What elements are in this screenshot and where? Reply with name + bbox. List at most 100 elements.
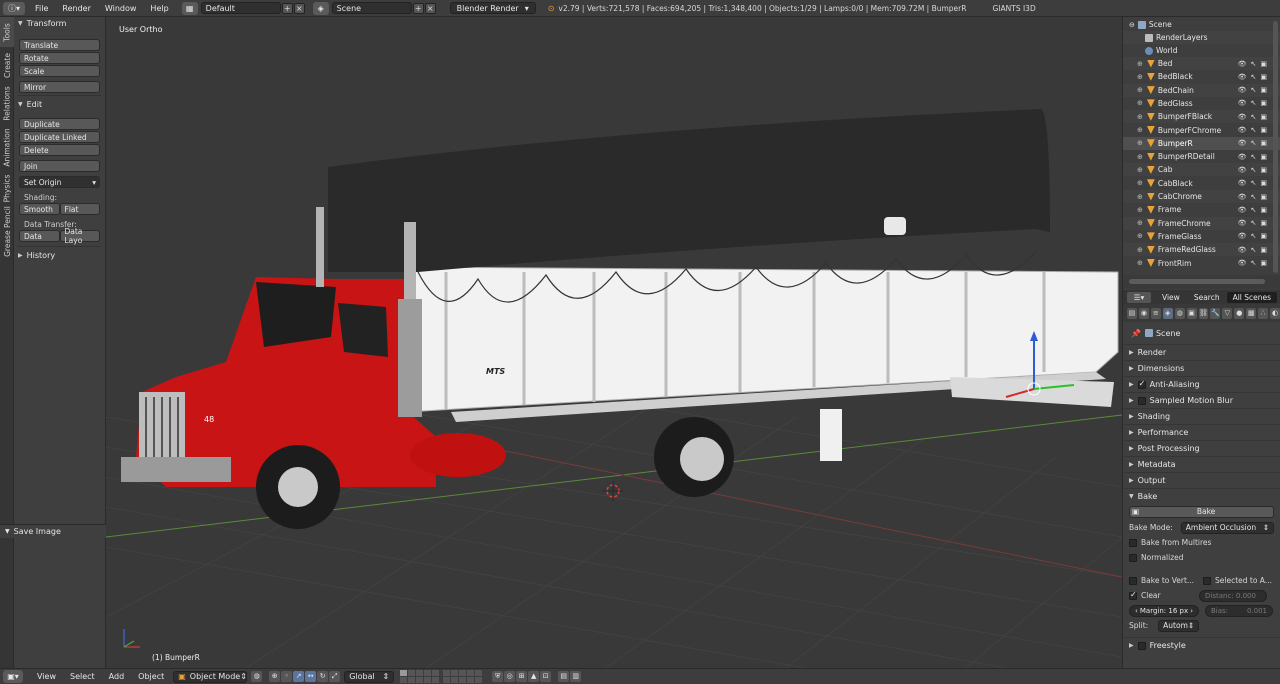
join-button[interactable]: Join <box>19 160 100 172</box>
interaction-mode-select[interactable]: ▣ Object Mode ⇕ <box>173 670 248 683</box>
set-origin-menu[interactable]: Set Origin ▾ <box>19 176 100 188</box>
outliner-object-row[interactable]: ⊕ CabChrome 👁 ↖ ▣ <box>1123 190 1280 203</box>
cursor-icon[interactable]: ↖ <box>1251 73 1257 81</box>
opengl-anim-icon[interactable]: ▥ <box>570 671 582 682</box>
truck-trailer-body[interactable] <box>407 266 1119 422</box>
camera-icon[interactable]: ▣ <box>1260 193 1267 201</box>
layer-button[interactable] <box>459 677 467 683</box>
eye-icon[interactable]: 👁 <box>1238 86 1247 94</box>
data-layout-button[interactable]: Data Layo <box>59 227 100 245</box>
tab-animation[interactable]: Animation <box>0 123 14 171</box>
motion-blur-checkbox[interactable] <box>1137 396 1146 405</box>
menu-select[interactable]: Select <box>63 672 102 681</box>
front-bumper[interactable] <box>121 457 231 482</box>
layer-button[interactable] <box>443 677 451 683</box>
layer-button[interactable] <box>451 670 459 676</box>
layer-button[interactable] <box>459 670 467 676</box>
object-tab-icon[interactable]: ▣ <box>1186 307 1197 319</box>
outliner-object-row[interactable]: ⊕ BumperR 👁 ↖ ▣ <box>1123 136 1280 150</box>
proportional-edit-icon[interactable]: ◎ <box>504 671 516 682</box>
rotate-button[interactable]: Rotate <box>19 52 100 64</box>
outliner-object-row[interactable]: ⊕ BumperFChrome 👁 ↖ ▣ <box>1123 124 1280 137</box>
expand-icon[interactable]: ⊕ <box>1137 193 1143 201</box>
layer-button[interactable] <box>432 670 440 676</box>
info-editor-icon[interactable]: ⓘ▾ <box>3 1 25 15</box>
expand-icon[interactable]: ⊕ <box>1137 246 1143 254</box>
camera-icon[interactable]: ▣ <box>1260 60 1267 68</box>
menu-help[interactable]: Help <box>143 4 175 13</box>
camera-icon[interactable]: ▣ <box>1260 166 1267 174</box>
bias-field[interactable]: Bias: 0.001 <box>1205 604 1273 617</box>
edit-panel-header[interactable]: ▼ Edit <box>14 98 105 111</box>
eye-icon[interactable]: 👁 <box>1238 73 1247 81</box>
motion-blur-section[interactable]: ▶ Sampled Motion Blur <box>1123 392 1280 408</box>
bake-from-multires-row[interactable]: Bake from Multires <box>1123 535 1280 550</box>
cursor-icon[interactable]: ↖ <box>1251 166 1257 174</box>
metadata-section[interactable]: ▶ Metadata <box>1123 456 1280 472</box>
remove-layout-button[interactable]: × <box>293 2 305 14</box>
cursor-icon[interactable]: ↖ <box>1251 193 1257 201</box>
outliner-scrollbar[interactable] <box>1273 21 1278 273</box>
layer-button[interactable] <box>416 677 424 683</box>
camera-icon[interactable]: ▣ <box>1260 99 1267 107</box>
screen-layout-icon[interactable]: ▦ <box>181 1 198 15</box>
outliner-object-row[interactable]: ⊕ BedGlass 👁 ↖ ▣ <box>1123 97 1280 110</box>
giants-i3d-label[interactable]: GIANTS I3D <box>992 4 1035 13</box>
output-section[interactable]: ▶ Output <box>1123 472 1280 488</box>
texture-tab-icon[interactable]: ▩ <box>1246 307 1257 319</box>
normalized-checkbox[interactable] <box>1129 553 1137 562</box>
cursor-icon[interactable]: ↖ <box>1251 179 1257 187</box>
tab-create[interactable]: Create <box>0 47 14 83</box>
eye-icon[interactable]: 👁 <box>1238 113 1247 121</box>
bake-from-multires-checkbox[interactable] <box>1129 538 1137 547</box>
cursor-icon[interactable]: ↖ <box>1251 60 1257 68</box>
cursor-icon[interactable]: ↖ <box>1251 99 1257 107</box>
layer-button[interactable] <box>408 677 416 683</box>
outliner-view-menu[interactable]: View <box>1155 293 1187 302</box>
layer-button[interactable] <box>443 670 451 676</box>
scale-button[interactable]: Scale <box>19 65 100 77</box>
eye-icon[interactable]: 👁 <box>1238 232 1247 240</box>
bake-section[interactable]: ▼ Bake <box>1123 488 1280 504</box>
outliner-scene-row[interactable]: ⊖ Scene <box>1123 18 1280 31</box>
menu-render[interactable]: Render <box>55 4 97 13</box>
layer-button[interactable] <box>475 677 483 683</box>
transform-orientation-select[interactable]: Global ⇕ <box>344 670 395 683</box>
lock-camera-icon[interactable]: ⛨ <box>492 671 504 682</box>
cursor-icon[interactable]: ↖ <box>1251 153 1257 161</box>
history-panel-header[interactable]: ▶ History <box>14 249 105 262</box>
camera-icon[interactable]: ▣ <box>1260 259 1267 267</box>
expand-icon[interactable]: ⊕ <box>1137 113 1143 121</box>
scene-tab-icon[interactable]: ◈ <box>1162 307 1173 319</box>
camera-icon[interactable]: ▣ <box>1260 179 1267 187</box>
rear-bumper[interactable] <box>950 377 1114 407</box>
render-tab-icon[interactable]: ◉ <box>1138 307 1149 319</box>
split-select[interactable]: Autom ⇕ <box>1158 619 1200 632</box>
outliner-object-row[interactable]: ⊕ FrameChrome 👁 ↖ ▣ <box>1123 216 1280 230</box>
expand-icon[interactable]: ⊕ <box>1137 86 1143 94</box>
snap-element-icon[interactable]: ▲ <box>528 671 540 682</box>
eye-icon[interactable]: 👁 <box>1238 259 1247 267</box>
selected-to-active-checkbox[interactable] <box>1203 576 1211 585</box>
tab-physics[interactable]: Physics <box>0 171 14 205</box>
camera-icon[interactable]: ▣ <box>1260 113 1267 121</box>
expand-icon[interactable]: ⊕ <box>1137 99 1143 107</box>
shading-section[interactable]: ▶ Shading <box>1123 408 1280 424</box>
eye-icon[interactable]: 👁 <box>1238 153 1247 161</box>
manipulator-toggle-icon[interactable]: ↗ <box>293 671 305 682</box>
expand-icon[interactable]: ⊕ <box>1137 219 1143 227</box>
outliner-object-row[interactable]: ⊕ BedChain 👁 ↖ ▣ <box>1123 83 1280 97</box>
tab-tools[interactable]: Tools <box>0 17 14 47</box>
layer-button[interactable] <box>451 677 459 683</box>
dimensions-section[interactable]: ▶ Dimensions <box>1123 360 1280 376</box>
outliner-horizontal-scrollbar[interactable] <box>1122 275 1280 289</box>
snap-target-icon[interactable]: ⊡ <box>540 671 552 682</box>
bake-mode-select[interactable]: Ambient Occlusion ⇕ <box>1180 521 1274 534</box>
world-tab-icon[interactable]: ◍ <box>1174 307 1185 319</box>
expand-icon[interactable]: ⊕ <box>1137 73 1143 81</box>
delete-button[interactable]: Delete <box>19 144 100 156</box>
tab-grease-pencil[interactable]: Grease Pencil <box>0 205 14 257</box>
outliner-object-row[interactable]: ⊕ BedBlack 👁 ↖ ▣ <box>1123 70 1280 83</box>
camera-icon[interactable]: ▣ <box>1260 206 1267 214</box>
render-layers-tab-icon[interactable]: ≡ <box>1150 307 1161 319</box>
